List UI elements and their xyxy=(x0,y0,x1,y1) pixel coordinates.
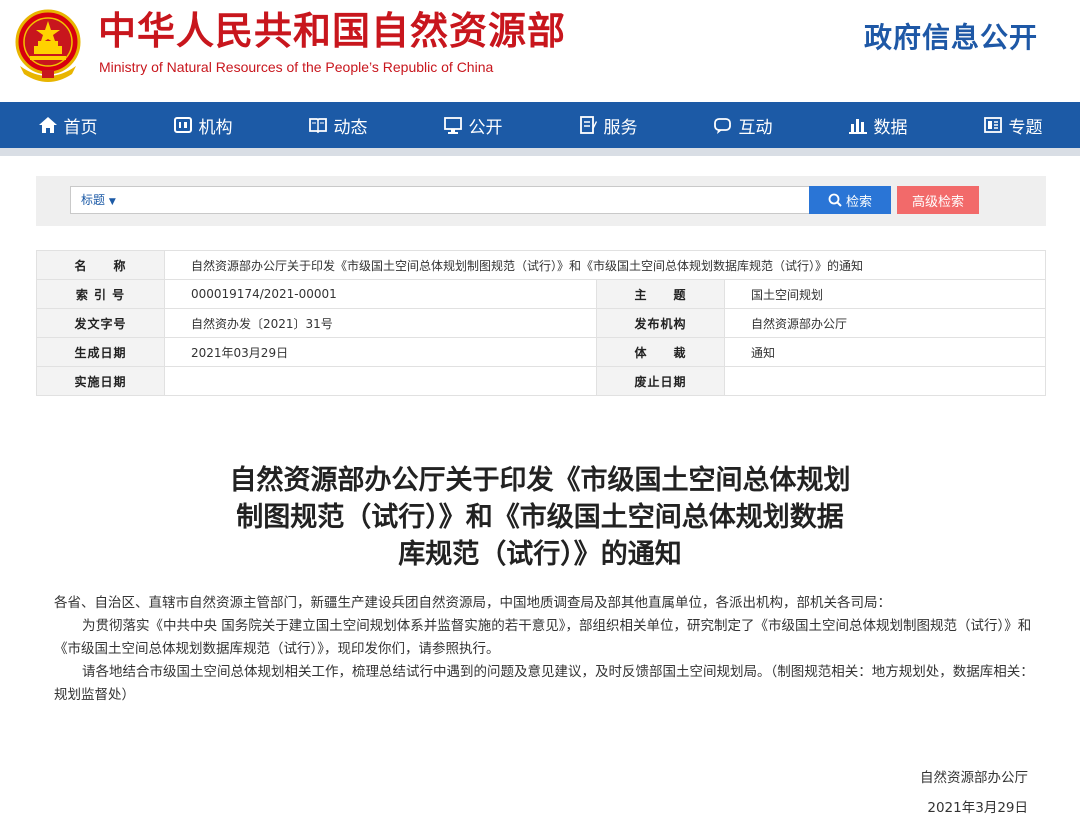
subject-label: 主 题 xyxy=(596,279,725,309)
name-label: 名 称 xyxy=(36,250,165,280)
section-title[interactable]: 政府信息公开 xyxy=(864,18,1038,58)
nav-item-news[interactable]: 动态 xyxy=(270,102,405,148)
nav-item-label: 数据 xyxy=(873,117,908,138)
nav-item-data[interactable]: 数据 xyxy=(810,102,945,148)
expire-date-label: 废止日期 xyxy=(596,366,725,396)
search-bar: 标题 ▼ 检索 高级检索 xyxy=(36,176,1046,226)
effective-date-label: 实施日期 xyxy=(36,366,165,396)
bar-chart-icon xyxy=(848,115,868,135)
ministry-name-en: Ministry of Natural Resources of the Peo… xyxy=(99,59,494,75)
genre-label: 体 裁 xyxy=(596,337,725,367)
docno-value: 自然资办发〔2021〕31号 xyxy=(164,308,597,338)
ministry-name-cn: 中华人民共和国自然资源部 xyxy=(98,9,567,53)
article-title: 自然资源部办公厅关于印发《市级国土空间总体规划 制图规范（试行）》和《市级国土空… xyxy=(180,462,900,573)
table-row: 生成日期 2021年03月29日 体 裁 通知 xyxy=(36,337,1046,367)
nav-item-label: 公开 xyxy=(468,117,503,138)
service-icon xyxy=(578,115,598,135)
issuer-value: 自然资源部办公厅 xyxy=(724,308,1046,338)
name-value: 自然资源部办公厅关于印发《市级国土空间总体规划制图规范（试行）》和《市级国土空间… xyxy=(164,250,1046,280)
salutation: 各省、自治区、直辖市自然资源主管部门，新疆生产建设兵团自然资源局，中国地质调查局… xyxy=(54,595,891,611)
subject-value: 国土空间规划 xyxy=(724,279,1046,309)
docno-label: 发文字号 xyxy=(36,308,165,338)
article-title-line: 自然资源部办公厅关于印发《市级国土空间总体规划 xyxy=(229,465,851,496)
nav-item-home[interactable]: 首页 xyxy=(0,102,135,148)
article-body: 各省、自治区、直辖市自然资源主管部门，新疆生产建设兵团自然资源局，中国地质调查局… xyxy=(54,592,1034,707)
nav-divider xyxy=(0,148,1080,156)
search-scope-dropdown[interactable]: 标题 ▼ xyxy=(81,187,116,215)
signature-date: 2021年3月29日 xyxy=(927,800,1028,816)
topic-icon xyxy=(983,115,1003,135)
paragraph: 请各地结合市级国土空间总体规划相关工作，梳理总结试行中遇到的问题及意见建议，及时… xyxy=(54,664,1034,703)
signature: 自然资源部办公厅 2021年3月29日 xyxy=(920,763,1028,816)
org-icon xyxy=(173,115,193,135)
signature-org: 自然资源部办公厅 xyxy=(920,770,1028,786)
article-title-line: 库规范（试行）》的通知 xyxy=(398,539,682,570)
chevron-down-icon: ▼ xyxy=(108,197,116,207)
table-row: 索 引 号 000019174/2021-00001 主 题 国土空间规划 xyxy=(36,279,1046,309)
index-label: 索 引 号 xyxy=(36,279,165,309)
date-value: 2021年03月29日 xyxy=(164,337,597,367)
advanced-search-button[interactable]: 高级检索 xyxy=(897,186,979,214)
nav-item-topic[interactable]: 专题 xyxy=(945,102,1080,148)
article-title-line: 制图规范（试行）》和《市级国土空间总体规划数据 xyxy=(236,502,844,533)
expire-date-value xyxy=(724,366,1046,396)
main-nav: 首页 机构 动态 公开 服务 互动 数据 专题 xyxy=(0,102,1080,148)
paragraph: 为贯彻落实《中共中央 国务院关于建立国土空间规划体系并监督实施的若干意见》，部组… xyxy=(54,618,1032,657)
search-scope-label: 标题 xyxy=(81,193,106,207)
news-icon xyxy=(308,115,328,135)
nav-item-public[interactable]: 公开 xyxy=(405,102,540,148)
issuer-label: 发布机构 xyxy=(596,308,725,338)
nav-item-label: 机构 xyxy=(198,117,233,138)
monitor-icon xyxy=(443,115,463,135)
nav-item-label: 互动 xyxy=(738,117,773,138)
table-row: 实施日期 废止日期 xyxy=(36,366,1046,396)
table-row: 名 称 自然资源部办公厅关于印发《市级国土空间总体规划制图规范（试行）》和《市级… xyxy=(36,250,1046,280)
nav-item-label: 动态 xyxy=(333,117,368,138)
national-emblem-icon[interactable] xyxy=(12,8,84,84)
nav-item-label: 首页 xyxy=(63,117,98,138)
search-button-label: 检索 xyxy=(845,194,872,210)
nav-item-interact[interactable]: 互动 xyxy=(675,102,810,148)
nav-item-label: 专题 xyxy=(1008,117,1043,138)
genre-value: 通知 xyxy=(724,337,1046,367)
nav-item-service[interactable]: 服务 xyxy=(540,102,675,148)
effective-date-value xyxy=(164,366,597,396)
index-value: 000019174/2021-00001 xyxy=(164,279,597,309)
chat-icon xyxy=(713,115,733,135)
search-button[interactable]: 检索 xyxy=(809,186,891,214)
search-input[interactable]: 标题 ▼ xyxy=(70,186,840,214)
document-info-table: 名 称 自然资源部办公厅关于印发《市级国土空间总体规划制图规范（试行）》和《市级… xyxy=(36,250,1046,396)
table-row: 发文字号 自然资办发〔2021〕31号 发布机构 自然资源部办公厅 xyxy=(36,308,1046,338)
date-label: 生成日期 xyxy=(36,337,165,367)
nav-item-org[interactable]: 机构 xyxy=(135,102,270,148)
nav-item-label: 服务 xyxy=(603,117,638,138)
home-icon xyxy=(38,115,58,135)
site-header: 中华人民共和国自然资源部 Ministry of Natural Resourc… xyxy=(0,0,1080,102)
search-icon xyxy=(828,193,842,207)
